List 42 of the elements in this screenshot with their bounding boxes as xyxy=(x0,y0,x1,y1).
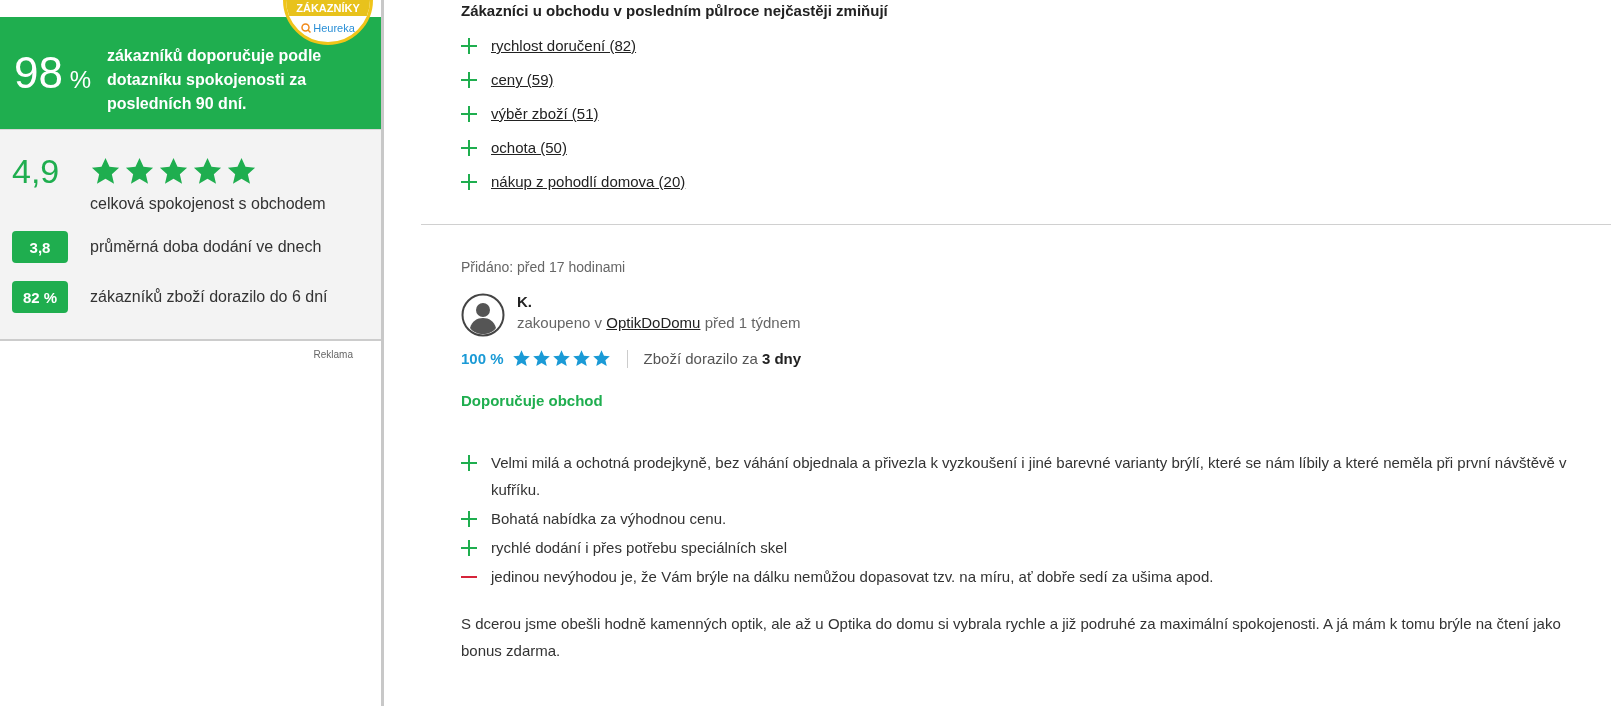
star-icon xyxy=(531,349,551,368)
review-point: Velmi milá a ochotná prodejkyně, bez váhání objednala a přivezla k vyzkoušení i jiné barevné varianty brýlí, které se nám líbily a které neměla při první návštěvě v kufříku. xyxy=(491,453,1568,500)
mentions-heading: Zákazníci u obchodu v posledním půlroce nejčastěji zmiňují xyxy=(461,2,889,19)
plus-icon xyxy=(461,71,477,88)
rating-label: celková spokojenost s obchodem xyxy=(90,195,327,213)
plus-icon xyxy=(461,105,477,122)
added-time: Přidáno: před 17 hodinami xyxy=(461,259,627,275)
review-point: rychlé dodání i přes potřebu speciálních skel xyxy=(491,538,787,558)
review-percent: 100 % xyxy=(461,350,504,367)
plus-icon xyxy=(461,511,477,527)
ad-label: Reklama xyxy=(313,349,353,360)
plus-icon xyxy=(461,139,477,156)
stat-label: zákazníků zboží dorazilo do 6 dní xyxy=(90,288,328,306)
stat-value: 3,8 xyxy=(12,231,68,263)
stat-label: průměrná doba dodání ve dnech xyxy=(90,238,322,256)
delivery-info: Zboží dorazilo za 3 dny xyxy=(643,350,802,367)
recommend-text: zákazníků doporučuje podle dotazníku spokojenosti za posledních 90 dní. xyxy=(106,46,323,114)
star-icon xyxy=(551,349,571,368)
star-icon xyxy=(511,349,531,368)
stat-value: 82 % xyxy=(12,281,68,313)
recommend-percent: 98% xyxy=(14,48,92,98)
review-text: S dcerou jsme obešli hodně kamenných optik, ale až u Optika do domu si vybrala rychle a již podruhé za maximální spokojenosti. A já mám k tomu brýle na čtení jako bonus zdarma. xyxy=(461,614,1562,661)
star-icon xyxy=(571,349,591,368)
avatar-icon xyxy=(461,293,505,337)
review-point: jedinou nevýhodou je, že Vám brýle na dálku nemůžou dopasovat tzv. na míru, ať dobře sedí za ušima apod. xyxy=(491,567,1214,587)
mention-link[interactable]: ceny (59) xyxy=(491,71,554,88)
shop-link[interactable]: OptikDoDomu xyxy=(606,314,701,331)
author-name: K. xyxy=(517,293,533,310)
plus-icon xyxy=(461,540,477,556)
rating-score: 4,9 xyxy=(12,152,61,191)
plus-icon xyxy=(461,37,477,54)
minus-icon xyxy=(461,576,477,578)
plus-icon xyxy=(461,173,477,190)
star-icon xyxy=(591,349,611,368)
purchase-info: zakoupeno v OptikDoDomu před 1 týdnem xyxy=(517,314,801,331)
mention-link[interactable]: nákup z pohodlí domova (20) xyxy=(491,173,686,190)
mention-link[interactable]: rychlost doručení (82) xyxy=(491,37,637,54)
mention-link[interactable]: ochota (50) xyxy=(491,139,567,156)
recommendation: Doporučuje obchod xyxy=(461,392,604,409)
review-point: Bohatá nabídka za výhodnou cenu. xyxy=(491,509,727,529)
plus-icon xyxy=(461,455,477,471)
mention-link[interactable]: výběr zboží (51) xyxy=(491,105,599,122)
